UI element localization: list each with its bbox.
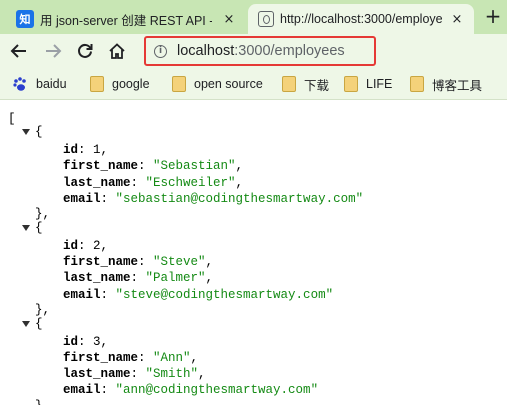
key-first-name: first_name — [63, 255, 139, 269]
key-last-name: last_name — [63, 271, 131, 285]
bookmark-label: baidu — [36, 77, 67, 91]
home-icon — [109, 43, 125, 59]
arrow-right-icon — [46, 44, 62, 58]
value-id: 1 — [93, 143, 101, 157]
key-email: email — [63, 383, 101, 397]
field-first-name: first_name: "Ann", — [63, 351, 199, 365]
address-bar[interactable]: i localhost:3000/employees — [144, 36, 376, 66]
folder-icon — [90, 76, 104, 92]
new-tab-button[interactable]: + — [482, 4, 504, 28]
zhihu-icon: 知 — [16, 10, 34, 28]
tab-zhihu[interactable]: 知 用 json-server 创建 REST API - × — [6, 4, 246, 34]
field-email: email: "sebastian@codingthesmartway.com" — [63, 192, 364, 206]
bookmark-label: google — [112, 77, 150, 91]
field-email: email: "steve@codingthesmartway.com" — [63, 288, 334, 302]
toolbar: i localhost:3000/employees — [0, 34, 507, 68]
field-first-name: first_name: "Sebastian", — [63, 159, 244, 173]
collapse-toggle-icon[interactable] — [22, 321, 30, 327]
tab-employees[interactable]: http://localhost:3000/employe × — [248, 4, 474, 34]
reload-icon — [78, 44, 93, 58]
key-first-name: first_name — [63, 351, 139, 365]
open-brace: { — [35, 221, 43, 235]
field-id: id: 3, — [63, 335, 109, 349]
close-brace: } — [35, 398, 43, 405]
forward-button[interactable] — [40, 38, 66, 64]
home-button[interactable] — [104, 38, 130, 64]
info-icon[interactable]: i — [154, 44, 167, 58]
key-email: email — [63, 192, 101, 206]
bookmarks-bar: baidu google open source 下载 LIFE 博客工具 — [0, 68, 507, 100]
field-last-name: last_name: "Palmer", — [63, 271, 214, 285]
collapse-toggle-icon[interactable] — [22, 129, 30, 135]
bookmark-label: LIFE — [366, 77, 393, 91]
key-id: id — [63, 143, 79, 157]
baidu-paw-icon — [13, 77, 26, 91]
value-first-name: "Ann" — [153, 351, 191, 365]
bookmark-blog-tools[interactable]: 博客工具 — [410, 75, 482, 93]
field-last-name: last_name: "Smith", — [63, 367, 206, 381]
url-text[interactable]: localhost:3000/employees — [177, 43, 345, 59]
reload-button[interactable] — [72, 38, 98, 64]
tab-title: 用 json-server 创建 REST API - — [40, 13, 212, 28]
field-id: id: 2, — [63, 239, 109, 253]
bookmark-label: 下载 — [304, 78, 330, 93]
bookmark-open-source[interactable]: open source — [172, 75, 263, 93]
bookmark-downloads[interactable]: 下载 — [282, 75, 329, 93]
open-brace: { — [35, 317, 43, 331]
value-last-name: "Eschweiler" — [145, 176, 236, 190]
tab-strip: 知 用 json-server 创建 REST API - × http://l… — [0, 0, 507, 34]
key-first-name: first_name — [63, 159, 139, 173]
json-viewer: [ { id: 1, first_name: "Sebastian", last… — [0, 100, 507, 405]
bookmark-label: open source — [194, 77, 263, 91]
open-bracket: [ — [8, 112, 16, 126]
folder-icon — [344, 76, 358, 92]
value-id: 3 — [93, 335, 101, 349]
folder-icon — [172, 76, 186, 92]
url-path: :3000/employees — [234, 43, 345, 59]
close-tab-icon[interactable]: × — [220, 10, 238, 28]
close-tab-icon[interactable]: × — [448, 10, 466, 28]
back-button[interactable] — [6, 38, 32, 64]
value-first-name: "Steve" — [153, 255, 206, 269]
key-last-name: last_name — [63, 176, 131, 190]
field-email: email: "ann@codingthesmartway.com" — [63, 383, 319, 397]
key-id: id — [63, 335, 79, 349]
page-icon — [258, 11, 274, 27]
value-email: "steve@codingthesmartway.com" — [115, 288, 334, 302]
folder-icon — [410, 76, 424, 92]
url-host: localhost — [177, 43, 235, 59]
value-id: 2 — [93, 239, 101, 253]
value-last-name: "Smith" — [145, 367, 199, 381]
bookmark-google[interactable]: google — [90, 75, 150, 93]
value-first-name: "Sebastian" — [153, 159, 236, 173]
value-email: "sebastian@codingthesmartway.com" — [115, 192, 364, 206]
bookmark-label: 博客工具 — [432, 78, 483, 93]
bookmark-life[interactable]: LIFE — [344, 75, 392, 93]
arrow-left-icon — [10, 44, 26, 58]
value-last-name: "Palmer" — [145, 271, 206, 285]
field-last-name: last_name: "Eschweiler", — [63, 176, 244, 190]
value-email: "ann@codingthesmartway.com" — [115, 383, 319, 397]
field-first-name: first_name: "Steve", — [63, 255, 214, 269]
bookmark-baidu[interactable]: baidu — [12, 75, 67, 93]
tab-title: http://localhost:3000/employe — [280, 12, 442, 26]
open-brace: { — [35, 125, 43, 139]
key-id: id — [63, 239, 79, 253]
field-id: id: 1, — [63, 143, 109, 157]
key-email: email — [63, 288, 101, 302]
collapse-toggle-icon[interactable] — [22, 225, 30, 231]
key-last-name: last_name — [63, 367, 131, 381]
folder-icon — [282, 76, 296, 92]
